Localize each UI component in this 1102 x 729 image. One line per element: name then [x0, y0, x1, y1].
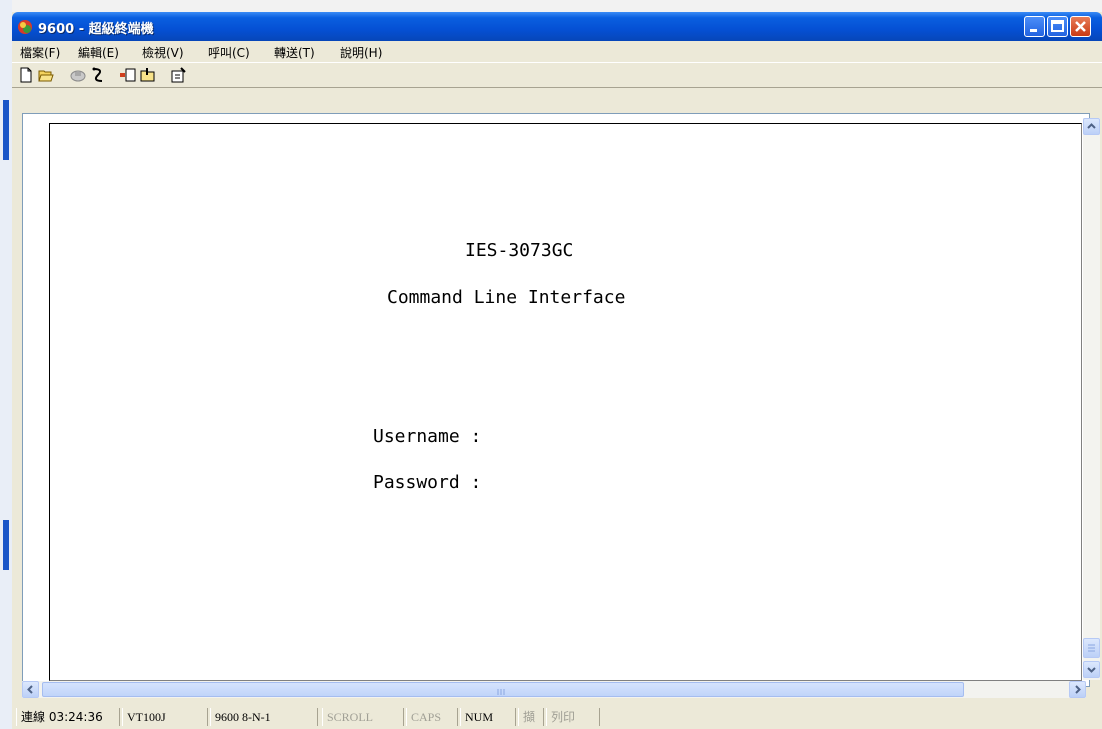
minimize-icon — [1030, 29, 1037, 32]
status-capture: 擷 — [518, 708, 544, 726]
maximize-icon — [1051, 20, 1064, 32]
horizontal-scroll-thumb[interactable] — [42, 682, 964, 697]
receive-icon[interactable] — [140, 67, 156, 83]
status-num: NUM — [460, 708, 516, 726]
status-port-settings: 9600 8-N-1 — [210, 708, 318, 726]
chevron-left-icon — [27, 685, 33, 694]
menu-view[interactable]: 檢視(V) — [142, 44, 184, 61]
chevron-right-icon — [1075, 685, 1081, 694]
vertical-scrollbar[interactable] — [1083, 118, 1100, 680]
window-title: 9600 - 超級終端機 — [38, 22, 154, 37]
hyperterminal-window: 9600 - 超級終端機 檔案(F) 編輯(E) 檢視(V) 呼叫(C) 轉送(… — [12, 12, 1102, 729]
hyperterminal-app-icon[interactable] — [17, 19, 33, 35]
scroll-up-button[interactable] — [1083, 118, 1100, 135]
status-bar: 連線 03:24:36 VT100J 9600 8-N-1 SCROLL CAP… — [12, 706, 1102, 729]
horizontal-scrollbar[interactable] — [22, 681, 1086, 698]
status-emulation: VT100J — [122, 708, 208, 726]
scroll-down-button[interactable] — [1083, 661, 1100, 678]
status-scroll: SCROLL — [322, 708, 404, 726]
menu-call[interactable]: 呼叫(C) — [208, 44, 250, 61]
vertical-scroll-thumb[interactable] — [1083, 638, 1100, 658]
toolbar — [12, 62, 1102, 88]
minimize-button[interactable] — [1024, 16, 1045, 37]
cli-title: Command Line Interface — [387, 287, 626, 308]
status-connected-time: 連線 03:24:36 — [16, 708, 120, 726]
status-caps: CAPS — [406, 708, 458, 726]
connect-icon[interactable] — [70, 67, 86, 83]
close-icon — [1075, 21, 1086, 32]
menu-bar: 檔案(F) 編輯(E) 檢視(V) 呼叫(C) 轉送(T) 說明(H) — [12, 41, 1102, 62]
properties-icon[interactable] — [170, 67, 186, 83]
password-prompt: Password : — [373, 472, 482, 493]
new-icon[interactable] — [18, 67, 34, 83]
menu-edit[interactable]: 編輯(E) — [78, 44, 119, 61]
menu-transfer[interactable]: 轉送(T) — [274, 44, 315, 61]
background-desktop — [0, 0, 1102, 12]
maximize-button[interactable] — [1047, 16, 1068, 37]
title-bar[interactable]: 9600 - 超級終端機 — [12, 12, 1102, 41]
menu-file[interactable]: 檔案(F) — [20, 44, 60, 61]
scroll-left-button[interactable] — [22, 681, 39, 698]
device-name: IES-3073GC — [465, 240, 574, 261]
terminal-screen[interactable]: IES-3073GC Command Line Interface Userna… — [49, 123, 1082, 681]
menu-help[interactable]: 說明(H) — [340, 44, 382, 61]
chevron-down-icon — [1087, 667, 1096, 673]
status-print: 列印 — [546, 708, 600, 726]
grip-icon — [1088, 644, 1095, 652]
chevron-up-icon — [1087, 123, 1096, 129]
send-icon[interactable] — [120, 67, 136, 83]
open-icon[interactable] — [38, 67, 54, 83]
close-button[interactable] — [1070, 16, 1091, 37]
disconnect-icon[interactable] — [90, 67, 106, 83]
username-prompt: Username : — [373, 426, 482, 447]
background-left-edge — [0, 0, 12, 729]
terminal-frame: IES-3073GC Command Line Interface Userna… — [22, 113, 1082, 681]
scroll-right-button[interactable] — [1069, 681, 1086, 698]
grip-icon — [497, 689, 505, 695]
